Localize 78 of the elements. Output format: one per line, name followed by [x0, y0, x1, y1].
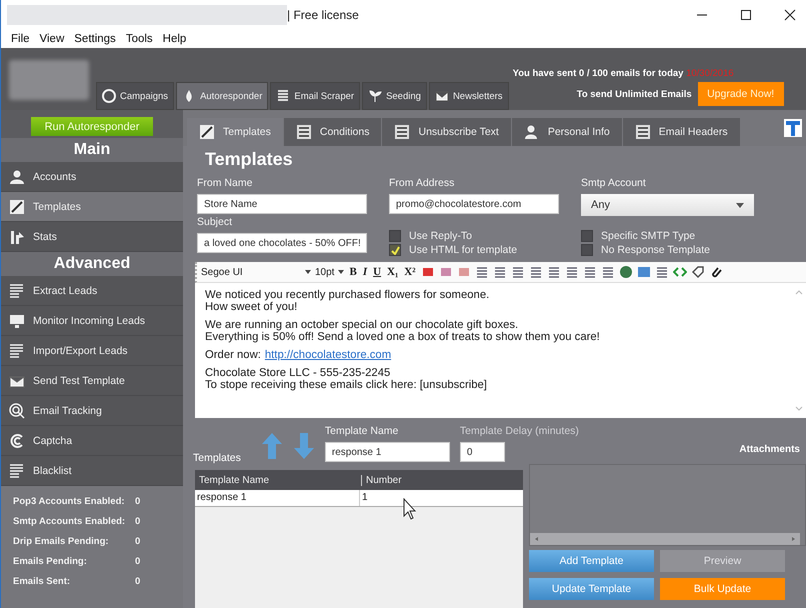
sidebar-item[interactable]: Templates: [1, 192, 183, 222]
body-text: To stope receiving these emails click here: [unsubscribe]: [205, 379, 487, 391]
template-delay-field[interactable]: 0: [460, 442, 505, 462]
emails-sent-notice: You have sent 0 / 100 emails for today 10/30/2016: [512, 68, 734, 79]
main-tab[interactable]: Newsletters: [428, 82, 509, 110]
sidebar-item[interactable]: Blacklist: [1, 456, 183, 486]
main-tab[interactable]: Seeding: [362, 82, 427, 110]
format-button[interactable]: U: [372, 266, 382, 278]
checkbox-label: Specific SMTP Type: [601, 230, 696, 242]
field-label: Smtp Account: [581, 177, 647, 191]
website-link[interactable]: http://chocolatestore.com: [264, 349, 392, 361]
format-button[interactable]: B: [348, 266, 358, 278]
stat-value: 0: [135, 556, 140, 567]
section-heading: Main: [1, 138, 183, 162]
stat-label: Emails Pending:: [13, 556, 88, 567]
body-text: Everything is 50% off! Send a loved one a box of treats to show them you care!: [205, 331, 600, 343]
sidebar-item[interactable]: Send Test Template: [1, 366, 183, 396]
sidebar-item[interactable]: Email Tracking: [1, 396, 183, 426]
main-tab[interactable]: Autoresponder: [176, 82, 268, 110]
menu-item[interactable]: View: [40, 33, 64, 45]
templates-label: Templates: [193, 452, 241, 464]
stat-label: Pop3 Accounts Enabled:: [13, 496, 126, 507]
sidebar-item[interactable]: Stats: [1, 222, 183, 252]
table-cell-text: 1: [361, 491, 369, 505]
attachments-label: Attachments: [739, 444, 800, 457]
field-label: From Name: [197, 177, 254, 191]
sub-tab[interactable]: Templates: [187, 118, 283, 146]
section-heading: Advanced: [1, 252, 183, 276]
menu-item[interactable]: Tools: [126, 33, 153, 45]
main-tab[interactable]: Campaigns: [96, 82, 174, 110]
column-header[interactable]: Template Name: [195, 474, 362, 486]
format-button[interactable]: X²: [403, 266, 417, 278]
format-button[interactable]: X₁: [386, 266, 400, 278]
stat-value: 0: [135, 496, 140, 507]
body-text: We are running an october special on our chocolate gift boxes.: [205, 319, 518, 331]
stat-value: 0: [135, 576, 140, 587]
template-name-field[interactable]: response 1: [324, 442, 450, 462]
body-text: How sweet of you!: [205, 301, 298, 313]
from-address-field[interactable]: promo@chocolatestore.com: [389, 194, 559, 214]
stat-label: Drip Emails Pending:: [13, 536, 110, 547]
stat-label: Smtp Accounts Enabled:: [13, 516, 126, 527]
sidebar-item[interactable]: Accounts: [1, 162, 183, 192]
stat-value: 0: [135, 516, 140, 527]
sub-tab[interactable]: Unsubscribe Text: [382, 118, 511, 146]
field-label: Subject: [197, 216, 234, 230]
page-title: Templates: [204, 148, 294, 171]
checkbox-label: Use HTML for template: [409, 244, 518, 256]
sub-tab[interactable]: Email Headers: [622, 118, 740, 146]
smtp-account-dropdown[interactable]: Any: [581, 194, 754, 216]
main-tab[interactable]: Email Scraper: [270, 82, 360, 110]
sidebar-item[interactable]: Monitor Incoming Leads: [1, 306, 183, 336]
checkbox-label: No Response Template: [601, 244, 710, 256]
window-title: | Free license: [287, 8, 359, 22]
format-button[interactable]: I: [362, 266, 368, 278]
menu-item[interactable]: File: [11, 33, 30, 45]
field-label: Template Delay (minutes): [460, 425, 579, 439]
field-label: From Address: [389, 177, 456, 191]
sub-tab[interactable]: Conditions: [284, 118, 382, 146]
sidebar-item[interactable]: Captcha: [1, 426, 183, 456]
table-cell: response 1: [195, 490, 360, 506]
font-size-dropdown[interactable]: 10pt: [315, 266, 334, 278]
checkbox-label: Use Reply-To: [409, 230, 472, 242]
font-dropdown[interactable]: Segoe UI: [201, 266, 301, 278]
body-text: Order now:: [205, 349, 261, 361]
from-name-field[interactable]: Store Name: [197, 194, 367, 214]
sidebar-item[interactable]: Extract Leads: [1, 276, 183, 306]
field-label: Template Name: [324, 425, 400, 439]
column-header[interactable]: Number: [362, 474, 523, 486]
menu-item[interactable]: Help: [162, 33, 186, 45]
sidebar-item[interactable]: Import/Export Leads: [1, 336, 183, 366]
unlimited-notice: To send Unlimited Emails: [576, 88, 692, 100]
stat-value: 0: [135, 536, 140, 547]
menu-item[interactable]: Settings: [74, 33, 116, 45]
subject-field[interactable]: a loved one chocolates - 50% OFF!: [197, 233, 367, 253]
body-text: We noticed you recently purchased flowers for someone.: [205, 289, 490, 301]
stat-label: Emails Sent:: [13, 576, 72, 587]
sub-tab[interactable]: Personal Info: [512, 118, 622, 146]
body-text: Chocolate Store LLC - 555-235-2245: [205, 367, 390, 379]
